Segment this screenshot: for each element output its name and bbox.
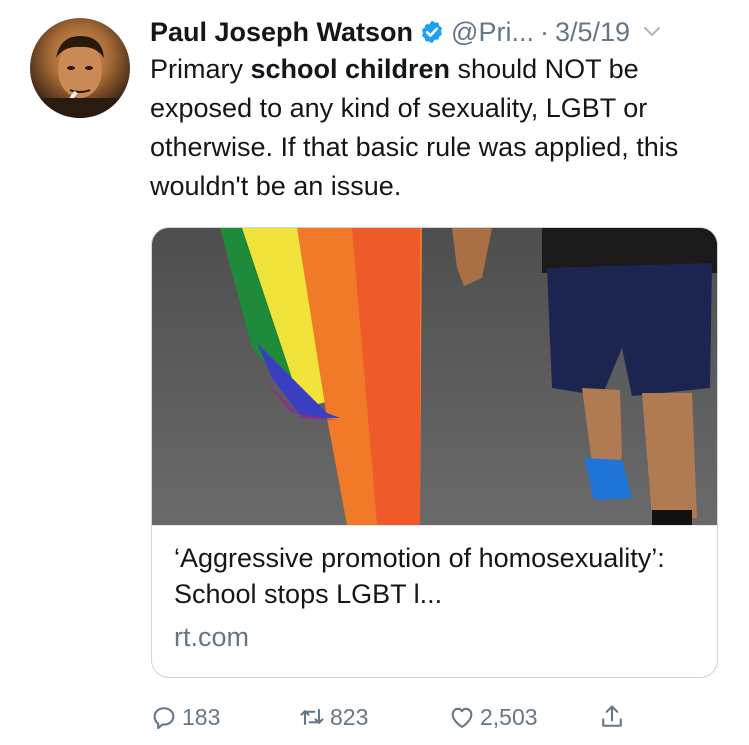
card-title[interactable]: ‘Aggressive promotion of homosexuality’:… <box>174 540 704 612</box>
card-domain: rt.com <box>174 622 250 652</box>
share-icon <box>602 705 622 727</box>
share-button[interactable] <box>598 700 630 734</box>
heart-icon <box>451 707 473 728</box>
retweet-button[interactable]: 823 <box>298 700 368 734</box>
action-bar: 183 823 2,503 <box>150 700 710 734</box>
separator: · <box>539 16 549 47</box>
tweet-date[interactable]: 3/5/19 <box>555 17 630 48</box>
like-count: 2,503 <box>480 703 538 730</box>
like-button[interactable]: 2,503 <box>448 700 538 734</box>
tweet-text: Primary school children should NOT be ex… <box>150 50 730 206</box>
chevron-down-icon[interactable] <box>642 22 662 42</box>
author-name[interactable]: Paul Joseph Watson <box>150 17 413 48</box>
card-image[interactable] <box>152 228 717 525</box>
avatar-image <box>30 36 130 118</box>
reply-icon <box>153 707 175 730</box>
reply-button[interactable]: 183 <box>150 700 220 734</box>
retweet-count: 823 <box>330 703 369 730</box>
tweet-text-before: Primary <box>150 54 251 84</box>
link-card[interactable]: ‘Aggressive promotion of homosexuality’:… <box>151 227 718 678</box>
verified-badge-icon <box>419 19 445 45</box>
tweet-text-bold: school children <box>250 54 451 84</box>
tweet-header: Paul Joseph Watson @Pri... · 3/5/19 <box>150 12 730 52</box>
retweet-icon <box>300 708 324 726</box>
card-body[interactable]: ‘Aggressive promotion of homosexuality’:… <box>152 525 717 677</box>
avatar[interactable] <box>30 18 130 118</box>
author-handle[interactable]: @Pri... <box>451 17 534 48</box>
reply-count: 183 <box>182 703 221 730</box>
